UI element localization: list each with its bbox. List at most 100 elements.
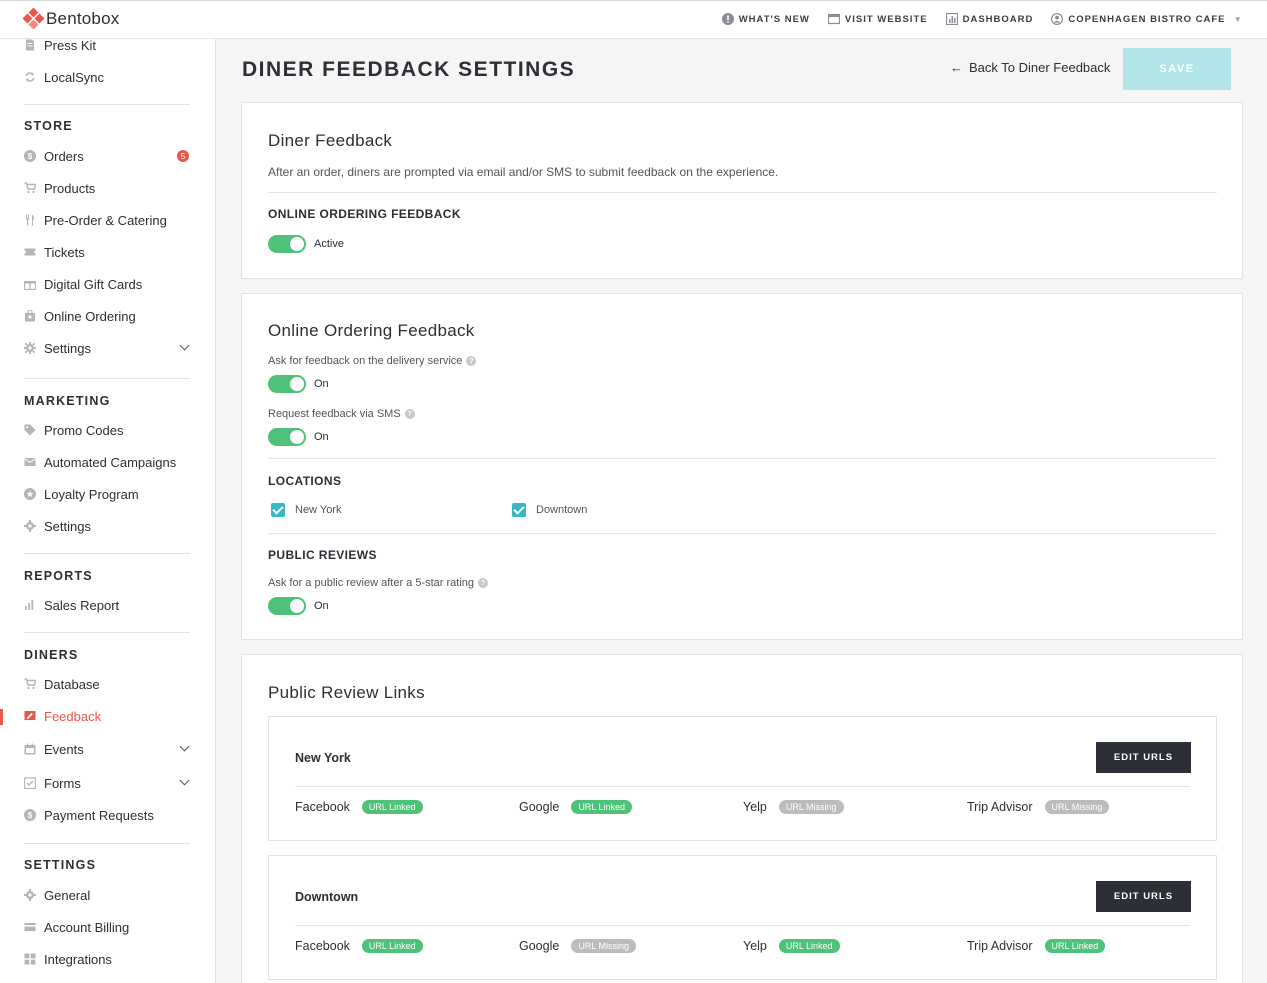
sidebar-item-label: Settings — [44, 518, 91, 534]
sidebar-item-digital-gift-cards[interactable]: Digital Gift Cards — [24, 273, 190, 295]
site-name: Yelp — [743, 939, 767, 953]
location-new-york-checkbox[interactable]: New York — [271, 503, 341, 517]
sidebar-item-feedback[interactable]: Feedback — [24, 705, 190, 727]
utensils-icon — [26, 214, 34, 226]
gift-icon — [24, 281, 36, 290]
star-icon — [24, 488, 36, 500]
gear-icon — [24, 342, 36, 354]
chevron-down-icon — [179, 340, 190, 351]
info-icon — [721, 13, 734, 25]
dashboard-link[interactable]: Dashboard — [945, 13, 1034, 25]
sidebar-item-marketing-settings[interactable]: Settings — [24, 515, 190, 537]
sidebar-item-localsync[interactable]: LocalSync — [24, 66, 190, 88]
status-badge: URL Missing — [778, 800, 844, 814]
card-icon — [24, 923, 36, 931]
sidebar-item-label: Online Ordering — [44, 308, 136, 324]
section-reports: REPORTS — [24, 569, 93, 583]
sidebar-item-pre-order-catering[interactable]: Pre-Order & Catering — [24, 209, 190, 231]
toggle-label: On — [314, 378, 329, 390]
sidebar-item-online-ordering[interactable]: Online Ordering — [24, 305, 190, 327]
help-icon[interactable]: ? — [478, 578, 489, 588]
location-downtown-checkbox[interactable]: Downtown — [512, 503, 587, 517]
sidebar-item-label: Payment Requests — [44, 807, 154, 823]
sidebar-item-label: Pre-Order & Catering — [44, 212, 167, 228]
sidebar-item-orders[interactable]: $ Orders 5 — [24, 145, 190, 167]
sidebar-item-press-kit[interactable]: Press Kit — [24, 34, 190, 56]
account-menu[interactable]: Copenhagen Bistro Cafe ▾ — [1051, 13, 1241, 25]
locations-heading: LOCATIONS — [268, 474, 342, 488]
whats-new-label: What's New — [738, 13, 810, 25]
tag-icon — [24, 424, 36, 436]
review-location-downtown: Downtown EDIT URLS Facebook URL Linked G… — [268, 855, 1217, 980]
sidebar-item-events[interactable]: Events — [24, 738, 190, 760]
save-button[interactable]: SAVE — [1123, 48, 1231, 90]
help-icon[interactable]: ? — [404, 409, 415, 419]
edit-urls-button[interactable]: EDIT URLS — [1096, 742, 1191, 773]
sidebar-item-tickets[interactable]: Tickets — [24, 241, 190, 263]
sidebar-item-database[interactable]: Database — [24, 673, 190, 695]
calendar-icon — [24, 743, 36, 755]
location-name: New York — [295, 751, 351, 765]
public-review-toggle[interactable] — [268, 597, 306, 615]
status-badge: URL Linked — [361, 939, 423, 953]
top-bar: Bentobox What's New Visit Website Dashbo… — [0, 0, 1267, 39]
sidebar-item-label: Feedback — [44, 708, 102, 724]
dashboard-label: Dashboard — [962, 13, 1034, 25]
bar-chart-icon — [25, 600, 34, 610]
sidebar-item-general[interactable]: General — [24, 884, 190, 906]
top-nav: What's New Visit Website Dashboard Copen… — [704, 13, 1241, 25]
public-review-label: Ask for a public review after a 5-star r… — [268, 577, 489, 589]
grid-icon — [24, 953, 36, 965]
back-to-diner-feedback-link[interactable]: ← Back To Diner Feedback — [950, 60, 1110, 75]
site-name: Facebook — [295, 939, 350, 953]
public-review-toggle-row: On — [268, 597, 329, 615]
browser-icon — [827, 13, 840, 25]
section-diners: DINERS — [24, 648, 79, 662]
diner-feedback-card: Diner Feedback After an order, diners ar… — [241, 102, 1243, 279]
sidebar-item-label: LocalSync — [44, 69, 104, 85]
sidebar-item-promo-codes[interactable]: Promo Codes — [24, 419, 190, 441]
sidebar-item-label: Sales Report — [44, 597, 120, 613]
review-link-google: Google URL Missing — [519, 939, 636, 953]
cart-icon — [24, 678, 36, 690]
sidebar-item-account-billing[interactable]: Account Billing — [24, 916, 190, 938]
review-link-trip-advisor: Trip Advisor URL Linked — [967, 939, 1106, 953]
section-marketing: MARKETING — [24, 394, 111, 408]
sidebar-item-label: Digital Gift Cards — [44, 276, 143, 292]
feedback-active-toggle-row: Active — [268, 235, 344, 253]
card-description: After an order, diners are prompted via … — [268, 165, 779, 179]
gear-icon — [24, 889, 36, 901]
divider — [268, 458, 1217, 459]
help-icon[interactable]: ? — [466, 356, 477, 366]
sidebar-item-products[interactable]: Products — [24, 177, 190, 199]
online-ordering-feedback-heading: ONLINE ORDERING FEEDBACK — [268, 207, 461, 221]
sms-feedback-label: Request feedback via SMS ? — [268, 408, 415, 420]
location-name: Downtown — [295, 890, 359, 904]
review-link-facebook: Facebook URL Linked — [295, 939, 423, 953]
sidebar-item-label: Automated Campaigns — [44, 454, 177, 470]
document-icon — [26, 39, 34, 51]
sidebar-item-label: Press Kit — [44, 37, 97, 53]
sidebar-item-loyalty-program[interactable]: Loyalty Program — [24, 483, 190, 505]
sidebar-item-automated-campaigns[interactable]: Automated Campaigns — [24, 451, 190, 473]
sidebar-item-label: Settings — [44, 340, 91, 356]
sidebar-item-label: General — [44, 887, 91, 903]
site-name: Trip Advisor — [967, 939, 1033, 953]
sidebar-item-forms[interactable]: Forms — [24, 772, 190, 794]
sidebar-item-sales-report[interactable]: Sales Report — [24, 594, 190, 616]
whats-new-link[interactable]: What's New — [721, 13, 810, 25]
bentobox-logo[interactable]: Bentobox — [22, 7, 119, 30]
sidebar-item-label: Database — [44, 676, 100, 692]
feedback-active-toggle[interactable] — [268, 235, 306, 253]
status-badge: URL Linked — [778, 939, 840, 953]
public-reviews-heading: PUBLIC REVIEWS — [268, 548, 377, 562]
sidebar-item-integrations[interactable]: Integrations — [24, 948, 190, 970]
edit-urls-button[interactable]: EDIT URLS — [1096, 881, 1191, 912]
sidebar-item-payment-requests[interactable]: $ Payment Requests — [24, 804, 190, 826]
delivery-feedback-toggle[interactable] — [268, 375, 306, 393]
sms-feedback-toggle[interactable] — [268, 428, 306, 446]
sidebar-item-store-settings[interactable]: Settings — [24, 337, 190, 359]
field-label-text: Ask for feedback on the delivery service — [268, 355, 463, 367]
sidebar-item-label: Products — [44, 180, 96, 196]
visit-website-link[interactable]: Visit Website — [827, 13, 928, 25]
